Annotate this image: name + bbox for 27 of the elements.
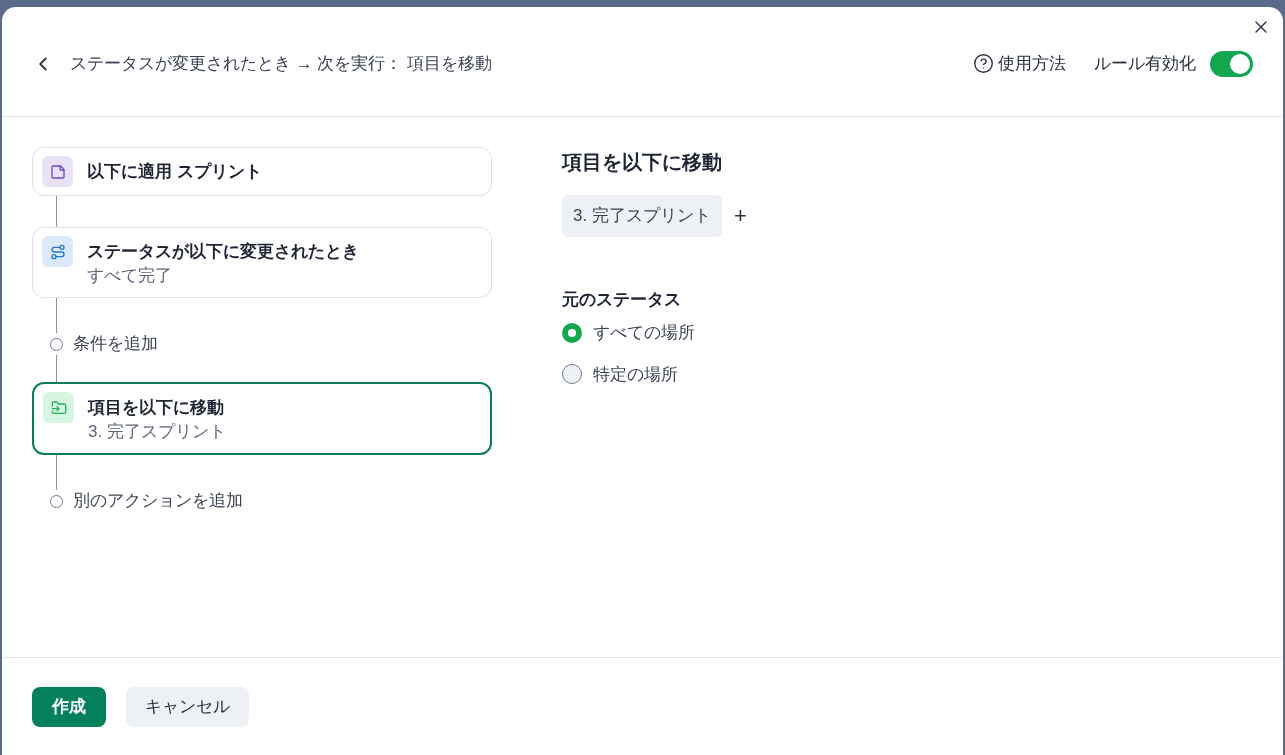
flow-card[interactable]: 以下に適用 スプリント	[32, 147, 492, 196]
radio-button[interactable]	[562, 322, 582, 343]
help-icon	[973, 53, 994, 74]
add-link[interactable]: 条件を追加	[73, 333, 158, 355]
radio-label: すべての場所	[593, 322, 695, 344]
help-link[interactable]: 使用方法	[973, 50, 1066, 77]
note-icon	[42, 156, 73, 187]
toggle-label: ルール有効化	[1094, 52, 1196, 75]
flow-card[interactable]: 項目を以下に移動 3. 完了スプリント	[32, 382, 492, 455]
breadcrumb: ステータスが変更されたとき → 次を実行： 項目を移動	[70, 52, 493, 75]
radio-label: 特定の場所	[593, 363, 678, 386]
add-link[interactable]: 別のアクションを追加	[73, 490, 243, 512]
toggle-switch[interactable]	[1210, 50, 1253, 77]
card-title: ステータスが以下に変更されたとき	[87, 241, 359, 263]
create-button[interactable]: 作成	[32, 686, 106, 727]
card-title: 以下に適用 スプリント	[87, 161, 262, 183]
card-subtitle: すべて完了	[87, 265, 173, 287]
sprint-chip[interactable]: 3. 完了スプリント	[562, 195, 722, 237]
section-label: 元のステータス	[562, 288, 682, 311]
card-title: 項目を以下に移動	[88, 397, 225, 419]
add-button[interactable]: +	[733, 204, 747, 227]
card-subtitle: 3. 完了スプリント	[88, 421, 226, 443]
cancel-button[interactable]: キャンセル	[126, 686, 249, 727]
route-icon	[42, 236, 73, 267]
radio-button[interactable]	[562, 364, 582, 385]
detail-title: 項目を以下に移動	[562, 150, 723, 175]
flow-card[interactable]: ステータスが以下に変更されたとき すべて完了	[32, 227, 492, 298]
